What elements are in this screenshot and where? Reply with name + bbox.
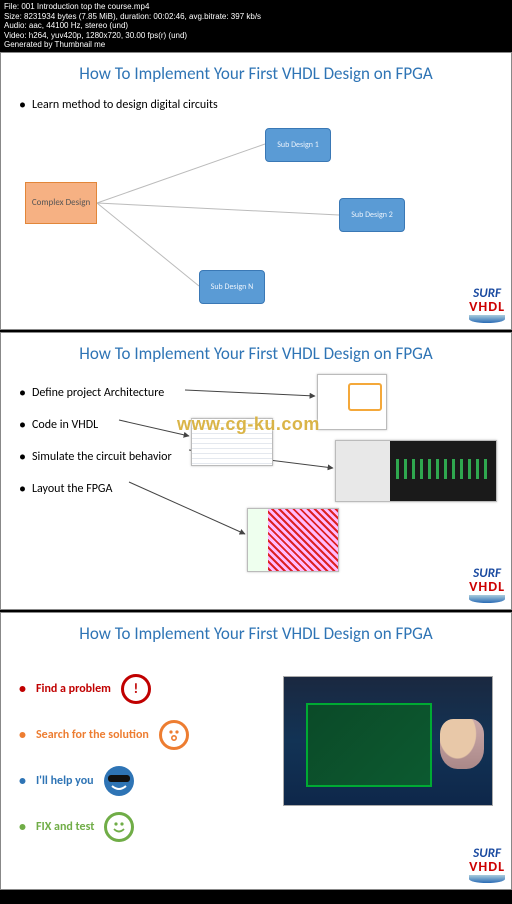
bullet-text: Simulate the circuit behavior (32, 450, 172, 464)
bullet-architecture: • Define project Architecture (19, 386, 172, 400)
bullet-dot-icon: • (19, 450, 26, 464)
bullet-dot-icon: • (19, 728, 26, 742)
exclamation-icon: ! (121, 674, 151, 704)
meta-generator: Generated by Thumbnail me (4, 40, 508, 50)
bullet-code-vhdl: • Code in VHDL (19, 418, 172, 432)
sub-design-1-label: Sub Design 1 (277, 141, 319, 150)
surf-vhdl-logo: SURF VHDL (469, 567, 505, 603)
logo-wave-icon (469, 315, 505, 323)
sub-design-2-label: Sub Design 2 (351, 211, 393, 220)
logo-vhdl-text: VHDL (469, 300, 505, 314)
surprised-face-icon (159, 720, 189, 750)
slide-title: How To Implement Your First VHDL Design … (19, 343, 493, 364)
bullet-learn-method: • Learn method to design digital circuit… (19, 98, 493, 112)
complex-design-label: Complex Design (32, 198, 90, 208)
bullet-dot-icon: • (19, 386, 26, 400)
sub-design-n-label: Sub Design N (211, 283, 254, 292)
fpga-layout-thumbnail (247, 508, 339, 572)
meta-audio: Audio: aac, 44100 Hz, stereo (und) (4, 21, 508, 31)
vhdl-code-thumbnail (191, 418, 273, 466)
bullet-dot-icon: • (19, 820, 26, 834)
row-help-you: • I'll help you (19, 766, 271, 796)
bullet-dot-icon: • (19, 682, 26, 696)
meta-video: Video: h264, yuv420p, 1280x720, 30.00 fp… (4, 31, 508, 41)
bullet-dot-icon: • (19, 774, 26, 788)
sub-design-1-box: Sub Design 1 (265, 128, 331, 162)
decomposition-diagram: Complex Design Sub Design 1 Sub Design 2… (19, 120, 493, 300)
row-text: I'll help you (36, 774, 94, 788)
fpga-board-photo (283, 676, 493, 806)
row-find-problem: • Find a problem ! (19, 674, 271, 704)
row-fix-test: • FIX and test (19, 812, 271, 842)
slide-1: How To Implement Your First VHDL Design … (0, 52, 512, 330)
bullet-text: Layout the FPGA (32, 482, 112, 496)
bullet-dot-icon: • (19, 98, 26, 112)
slide-2-body: • Define project Architecture • Code in … (19, 378, 493, 578)
bullet-text: Define project Architecture (32, 386, 164, 400)
slide-3-list: • Find a problem ! • Search for the solu… (19, 658, 271, 858)
sub-design-2-box: Sub Design 2 (339, 198, 405, 232)
logo-wave-icon (469, 875, 505, 883)
row-text: Find a problem (36, 682, 111, 696)
sub-design-n-box: Sub Design N (199, 270, 265, 304)
complex-design-box: Complex Design (25, 182, 97, 224)
slide-title: How To Implement Your First VHDL Design … (19, 623, 493, 644)
bullet-dot-icon: • (19, 418, 26, 432)
bullet-layout-fpga: • Layout the FPGA (19, 482, 172, 496)
smile-face-icon (104, 812, 134, 842)
bullet-dot-icon: • (19, 482, 26, 496)
bullet-text: Learn method to design digital circuits (32, 98, 218, 112)
row-text: Search for the solution (36, 728, 149, 742)
row-text: FIX and test (36, 820, 94, 834)
meta-size: Size: 8231934 bytes (7.85 MiB), duration… (4, 12, 508, 22)
video-metadata: File: 001 Introduction top the course.mp… (0, 0, 512, 52)
slide-3-body: • Find a problem ! • Search for the solu… (19, 658, 493, 858)
surf-vhdl-logo: SURF VHDL (469, 847, 505, 883)
logo-wave-icon (469, 595, 505, 603)
simulation-waveform-thumbnail (335, 440, 497, 502)
logo-vhdl-text: VHDL (469, 580, 505, 594)
slide-2: How To Implement Your First VHDL Design … (0, 332, 512, 610)
bullet-text: Code in VHDL (32, 418, 98, 432)
architecture-diagram-thumbnail (317, 374, 387, 430)
slide-3: How To Implement Your First VHDL Design … (0, 612, 512, 890)
cool-sunglasses-face-icon (104, 766, 134, 796)
logo-vhdl-text: VHDL (469, 860, 505, 874)
meta-file: File: 001 Introduction top the course.mp… (4, 2, 508, 12)
row-search-solution: • Search for the solution (19, 720, 271, 750)
bullet-simulate: • Simulate the circuit behavior (19, 450, 172, 464)
surf-vhdl-logo: SURF VHDL (469, 287, 505, 323)
slide-title: How To Implement Your First VHDL Design … (19, 63, 493, 84)
